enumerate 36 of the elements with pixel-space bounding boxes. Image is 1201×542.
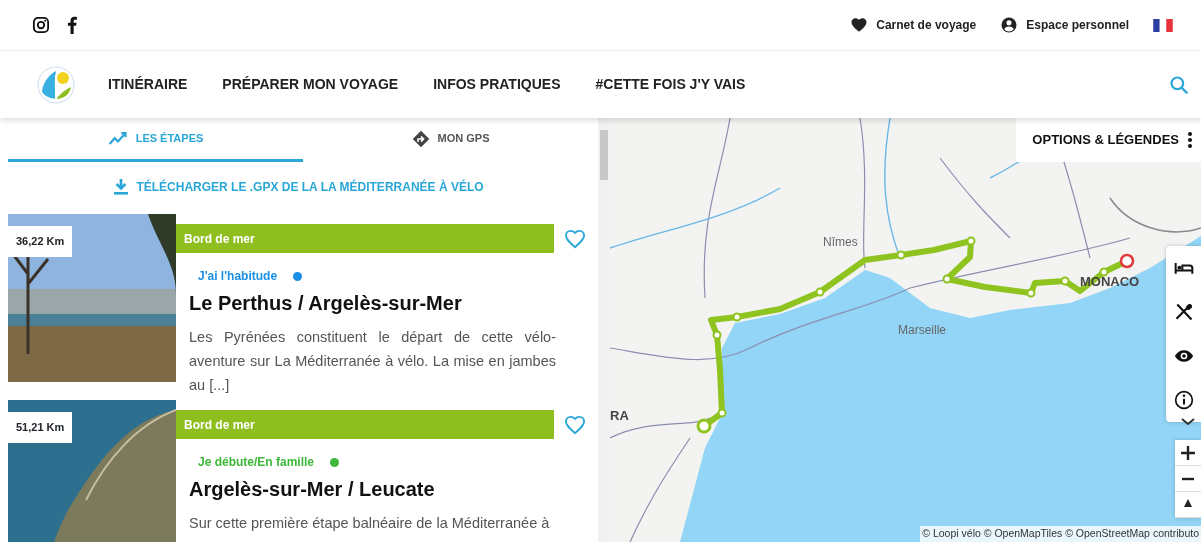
cutlery-icon <box>1173 302 1194 322</box>
category-tag: Bord de mer <box>176 410 554 439</box>
map-label: Nîmes <box>823 235 858 249</box>
direction-sign-icon <box>411 129 430 148</box>
scrollbar[interactable] <box>598 118 610 542</box>
download-icon <box>114 179 129 195</box>
heart-icon[interactable] <box>564 228 586 249</box>
nav-link[interactable]: ITINÉRAIRE <box>108 74 188 95</box>
user-icon <box>1000 16 1019 34</box>
difficulty-label: Je débute/En famille <box>198 454 315 471</box>
chevron-down-icon[interactable] <box>1181 418 1195 426</box>
top-link[interactable]: Carnet de voyage <box>850 16 977 34</box>
top-link[interactable]: Espace personnel <box>1000 16 1129 34</box>
more-icon[interactable] <box>1187 131 1193 149</box>
nav-link[interactable]: PRÉPARER MON VOYAGE <box>222 74 399 95</box>
stage-description: Sur cette première étape balnéaire de la Méditerranée à <box>189 514 551 533</box>
distance-label: 36,22 Km <box>8 226 73 257</box>
nav-link[interactable]: INFOS PRATIQUES <box>433 74 561 95</box>
distance-label: 51,21 Km <box>8 412 73 443</box>
difficulty-label: J'ai l'habitude <box>198 268 278 285</box>
map-label: Marseille <box>898 323 946 337</box>
info-icon <box>1173 390 1194 410</box>
search-icon[interactable] <box>1169 74 1189 95</box>
stage-title[interactable]: Le Perthus / Argelès-sur-Mer <box>189 291 556 315</box>
stage-title[interactable]: Argelès-sur-Mer / Leucate <box>189 477 556 501</box>
instagram-icon[interactable] <box>32 16 50 34</box>
nav-link[interactable]: #CETTE FOIS J'Y VAIS <box>595 74 746 95</box>
tab[interactable]: MON GPS <box>303 118 598 162</box>
stage-description: Les Pyrénées constituent le départ de cette vélo-aventure sur La Méditerranée à vélo. La mise en jambes au [...] <box>189 328 556 395</box>
category-tag: Bord de mer <box>176 224 554 253</box>
map-attribution: © Loopi vélo © OpenMapTiles © OpenStreetMap contributo <box>920 526 1201 542</box>
flag-icon[interactable] <box>1153 18 1173 32</box>
map-label: RA <box>610 408 629 423</box>
heart-icon <box>850 16 869 34</box>
facebook-icon[interactable] <box>66 16 78 34</box>
heart-icon[interactable] <box>564 414 586 435</box>
